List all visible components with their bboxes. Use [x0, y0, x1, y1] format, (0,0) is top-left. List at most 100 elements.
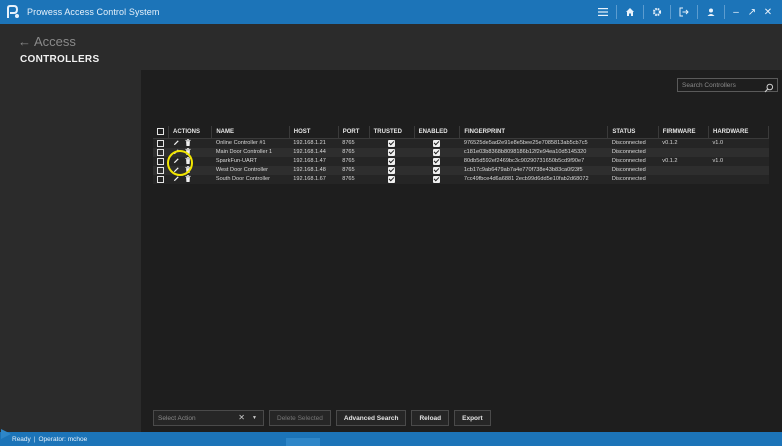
edit-pencil-icon[interactable]	[173, 139, 180, 146]
enabled-checkbox[interactable]	[433, 157, 441, 165]
cell-host: 192.168.1.48	[293, 167, 326, 173]
enabled-checkbox[interactable]	[433, 166, 441, 174]
minimize-icon[interactable]: –	[728, 0, 744, 24]
delete-selected-button[interactable]: Delete Selected	[269, 410, 331, 426]
col-status[interactable]: STATUS	[607, 126, 659, 138]
chevron-down-icon[interactable]: ▼	[252, 415, 257, 421]
cell-enabled[interactable]	[414, 166, 460, 175]
select-all-checkbox[interactable]	[157, 128, 164, 136]
select-all-header[interactable]	[153, 126, 169, 138]
edit-pencil-icon[interactable]	[173, 175, 180, 182]
row-checkbox-cell[interactable]	[153, 166, 169, 175]
row-checkbox[interactable]	[157, 166, 164, 174]
toolbar-divider	[616, 5, 617, 19]
advanced-search-button[interactable]: Advanced Search	[335, 410, 407, 426]
trusted-checkbox[interactable]	[388, 139, 396, 147]
status-bar: Ready | Operator: mchoe	[0, 432, 782, 446]
table-row[interactable]: South Door Controller 192.168.1.67 8765 7cc…	[153, 174, 769, 184]
col-hardware[interactable]: HARDWARE	[708, 126, 769, 138]
cell-host: 192.168.1.44	[293, 149, 326, 155]
col-port[interactable]: PORT	[338, 126, 370, 138]
col-enabled[interactable]: ENABLED	[414, 126, 461, 138]
enabled-checkbox[interactable]	[433, 148, 441, 156]
cell-fingerprint: c181e03b8368b8098186b12f2e94ea10d5145320	[463, 149, 587, 155]
edit-pencil-icon[interactable]	[173, 148, 180, 155]
enabled-checkbox[interactable]	[433, 175, 441, 183]
table-row[interactable]: SparkFun-UART 192.168.1.47 8765 80db5d592ef…	[153, 156, 769, 166]
row-actions[interactable]	[169, 147, 212, 157]
cell-port: 8765	[342, 176, 355, 182]
search-input[interactable]	[678, 79, 760, 91]
delete-trash-icon[interactable]	[184, 165, 192, 173]
edit-pencil-icon[interactable]	[173, 157, 180, 164]
row-actions[interactable]	[169, 174, 212, 184]
row-checkbox-cell[interactable]	[153, 138, 169, 148]
maximize-icon[interactable]: ↗	[744, 0, 760, 24]
cell-trusted[interactable]	[369, 148, 414, 157]
cell-trusted[interactable]	[369, 166, 414, 175]
delete-trash-icon[interactable]	[184, 138, 192, 146]
page-title: CONTROLLERS	[20, 54, 100, 65]
row-checkbox-cell[interactable]	[153, 157, 169, 166]
trusted-checkbox[interactable]	[388, 148, 396, 156]
col-name[interactable]: NAME	[211, 126, 290, 138]
select-action-placeholder[interactable]: Select Action	[158, 415, 196, 422]
row-actions[interactable]	[169, 138, 212, 148]
row-checkbox-cell[interactable]	[153, 148, 169, 157]
table-row[interactable]: Online Controller #1 192.168.1.21 8765 9765…	[153, 138, 769, 148]
cell-hardware	[709, 148, 769, 157]
sidebar	[0, 70, 141, 432]
trusted-checkbox[interactable]	[388, 157, 396, 165]
cell-enabled[interactable]	[414, 157, 460, 166]
edit-pencil-icon[interactable]	[173, 166, 180, 173]
enabled-checkbox[interactable]	[433, 139, 441, 147]
row-checkbox[interactable]	[157, 175, 164, 183]
settings-gear-icon[interactable]	[647, 0, 667, 24]
col-trusted[interactable]: TRUSTED	[369, 126, 415, 138]
search-icon[interactable]	[764, 80, 774, 93]
export-button[interactable]: Export	[454, 410, 491, 426]
delete-trash-icon[interactable]	[184, 174, 192, 182]
back-link[interactable]: ← Access	[18, 34, 76, 49]
toolbar-divider	[724, 5, 725, 19]
close-icon[interactable]: ✕	[760, 0, 776, 24]
search-box[interactable]	[677, 78, 778, 93]
select-action-dropdown[interactable]: Select Action ✕ ▼	[153, 410, 264, 426]
row-actions[interactable]	[169, 165, 212, 175]
cell-enabled[interactable]	[414, 138, 460, 148]
col-firmware[interactable]: FIRMWARE	[658, 126, 710, 138]
cell-name: West Door Controller	[215, 167, 268, 173]
delete-trash-icon[interactable]	[184, 147, 192, 155]
user-icon[interactable]	[701, 0, 721, 24]
delete-trash-icon[interactable]	[184, 156, 192, 164]
col-fingerprint[interactable]: FINGERPRINT	[459, 126, 609, 138]
cell-name: South Door Controller	[215, 176, 270, 182]
reload-button[interactable]: Reload	[411, 410, 450, 426]
back-label[interactable]: Access	[34, 34, 76, 49]
row-checkbox[interactable]	[157, 157, 164, 165]
cell-hardware: v1.0	[712, 140, 724, 146]
row-checkbox[interactable]	[157, 148, 164, 156]
row-actions[interactable]	[169, 156, 212, 166]
table-row[interactable]: Main Door Controller 1 192.168.1.44 8765 c1…	[153, 147, 769, 157]
col-actions[interactable]: ACTIONS	[168, 126, 213, 138]
cell-trusted[interactable]	[369, 138, 414, 148]
back-arrow-icon[interactable]: ←	[18, 34, 31, 49]
logout-icon[interactable]	[674, 0, 694, 24]
clear-icon[interactable]: ✕	[238, 413, 245, 422]
cell-firmware	[658, 148, 708, 157]
cell-trusted[interactable]	[369, 175, 414, 184]
trusted-checkbox[interactable]	[388, 175, 396, 183]
cell-enabled[interactable]	[414, 148, 460, 157]
col-host[interactable]: HOST	[289, 126, 339, 138]
row-checkbox-cell[interactable]	[153, 175, 169, 184]
trusted-checkbox[interactable]	[388, 166, 396, 174]
cell-trusted[interactable]	[369, 157, 414, 166]
menu-icon[interactable]	[593, 0, 613, 24]
table-row[interactable]: West Door Controller 192.168.1.48 8765 1cb1…	[153, 165, 769, 175]
cell-status: Disconnected	[611, 167, 646, 173]
home-icon[interactable]	[620, 0, 640, 24]
cell-enabled[interactable]	[414, 175, 460, 184]
status-state: Ready	[12, 435, 31, 443]
row-checkbox[interactable]	[157, 139, 164, 147]
